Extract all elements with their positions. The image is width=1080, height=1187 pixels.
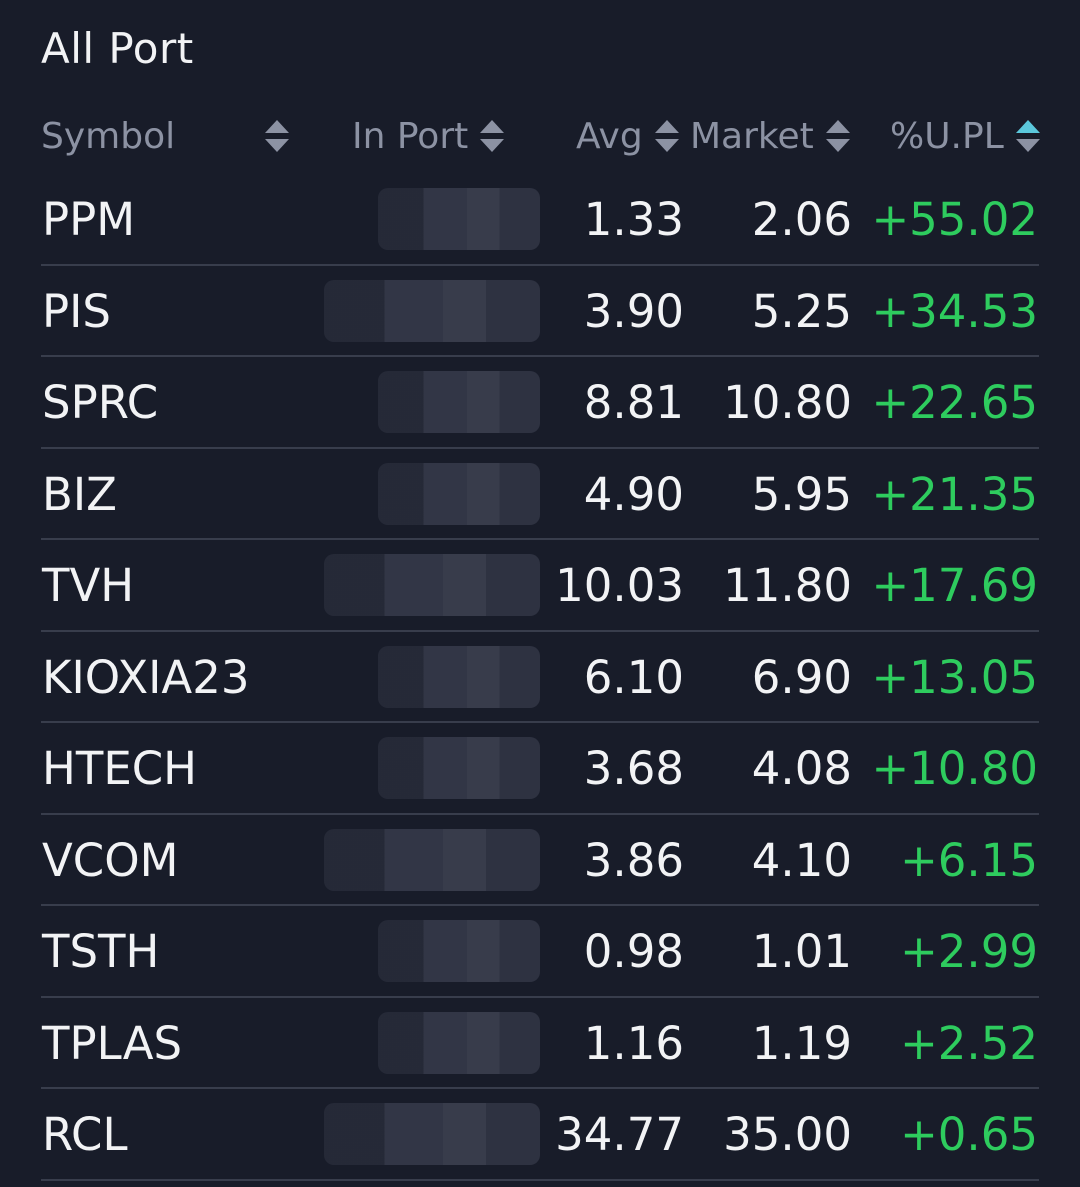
holdings-list: PPM 1.33 2.06 +55.02 PIS 3.90 5.25 +34.53 SPRC 8.… bbox=[0, 174, 1080, 1181]
in-port-redacted bbox=[324, 1103, 540, 1165]
avg-cell: 6.10 bbox=[583, 650, 684, 704]
table-row[interactable]: SPRC 8.81 10.80 +22.65 bbox=[0, 357, 1080, 449]
in-port-redacted bbox=[324, 554, 540, 616]
column-market-label: Market bbox=[690, 115, 814, 157]
table-row[interactable]: PIS 3.90 5.25 +34.53 bbox=[0, 266, 1080, 358]
symbol-cell: PIS bbox=[42, 284, 111, 338]
table-row[interactable]: HTECH 3.68 4.08 +10.80 bbox=[0, 723, 1080, 815]
sort-in-port-icon[interactable] bbox=[480, 120, 505, 152]
in-port-redacted bbox=[378, 188, 540, 250]
table-row[interactable]: TPLAS 1.16 1.19 +2.52 bbox=[0, 998, 1080, 1090]
table-row[interactable]: BIZ 4.90 5.95 +21.35 bbox=[0, 449, 1080, 541]
symbol-cell: RCL bbox=[42, 1108, 128, 1162]
sort-symbol-icon[interactable] bbox=[265, 120, 290, 152]
symbol-cell: TPLAS bbox=[42, 1016, 183, 1070]
in-port-redacted bbox=[378, 920, 540, 982]
avg-cell: 8.81 bbox=[583, 376, 684, 430]
table-row[interactable]: TVH 10.03 11.80 +17.69 bbox=[0, 540, 1080, 632]
avg-cell: 4.90 bbox=[583, 467, 684, 521]
upl-cell: +0.65 bbox=[900, 1108, 1038, 1162]
symbol-cell: KIOXIA23 bbox=[42, 650, 250, 704]
column-upl[interactable]: %U.PL bbox=[890, 108, 1040, 164]
upl-cell: +34.53 bbox=[871, 284, 1038, 338]
symbol-cell: SPRC bbox=[42, 376, 159, 430]
symbol-cell: VCOM bbox=[42, 833, 179, 887]
market-cell: 1.19 bbox=[751, 1016, 852, 1070]
market-cell: 4.08 bbox=[751, 742, 852, 796]
upl-cell: +13.05 bbox=[871, 650, 1038, 704]
table-row[interactable]: TSTH 0.98 1.01 +2.99 bbox=[0, 906, 1080, 998]
sort-market-icon[interactable] bbox=[825, 120, 850, 152]
symbol-cell: HTECH bbox=[42, 742, 198, 796]
market-cell: 6.90 bbox=[751, 650, 852, 704]
in-port-redacted bbox=[378, 645, 540, 708]
upl-cell: +2.99 bbox=[900, 925, 1038, 979]
column-market[interactable]: Market bbox=[690, 108, 850, 164]
market-cell: 10.80 bbox=[723, 376, 852, 430]
symbol-cell: TSTH bbox=[42, 925, 160, 979]
sort-upl-icon[interactable] bbox=[1015, 120, 1040, 152]
upl-cell: +2.52 bbox=[900, 1016, 1038, 1070]
table-row[interactable]: PPM 1.33 2.06 +55.02 bbox=[0, 174, 1080, 266]
avg-cell: 3.68 bbox=[583, 742, 684, 796]
column-symbol[interactable]: Symbol bbox=[41, 108, 290, 164]
avg-cell: 1.16 bbox=[583, 1016, 684, 1070]
page-title: All Port bbox=[41, 24, 194, 73]
in-port-redacted bbox=[378, 371, 540, 433]
avg-cell: 10.03 bbox=[555, 559, 684, 613]
table-row[interactable]: VCOM 3.86 4.10 +6.15 bbox=[0, 815, 1080, 907]
sort-avg-icon[interactable] bbox=[654, 120, 679, 152]
table-row[interactable]: RCL 34.77 35.00 +0.65 bbox=[0, 1089, 1080, 1181]
upl-cell: +22.65 bbox=[871, 376, 1038, 430]
symbol-cell: PPM bbox=[42, 193, 136, 247]
upl-cell: +17.69 bbox=[871, 559, 1038, 613]
upl-cell: +6.15 bbox=[900, 833, 1038, 887]
in-port-redacted bbox=[378, 1011, 540, 1074]
avg-cell: 34.77 bbox=[555, 1108, 684, 1162]
market-cell: 5.25 bbox=[751, 284, 852, 338]
upl-cell: +55.02 bbox=[871, 193, 1038, 247]
upl-cell: +10.80 bbox=[871, 742, 1038, 796]
avg-cell: 3.90 bbox=[583, 284, 684, 338]
market-cell: 1.01 bbox=[751, 925, 852, 979]
market-cell: 2.06 bbox=[751, 193, 852, 247]
in-port-redacted bbox=[324, 828, 540, 891]
market-cell: 11.80 bbox=[723, 559, 852, 613]
portfolio-screen: All Port Symbol In Port Avg Market %U.PL… bbox=[0, 0, 1080, 1187]
avg-cell: 1.33 bbox=[583, 193, 684, 247]
column-upl-label: %U.PL bbox=[890, 115, 1004, 157]
table-row[interactable]: KIOXIA23 6.10 6.90 +13.05 bbox=[0, 632, 1080, 724]
column-in-port[interactable]: In Port bbox=[352, 108, 505, 164]
symbol-cell: TVH bbox=[42, 559, 135, 613]
market-cell: 35.00 bbox=[723, 1108, 852, 1162]
column-avg-label: Avg bbox=[576, 115, 643, 157]
in-port-redacted bbox=[378, 737, 540, 799]
column-in-port-label: In Port bbox=[352, 115, 469, 157]
market-cell: 4.10 bbox=[751, 833, 852, 887]
avg-cell: 0.98 bbox=[583, 925, 684, 979]
table-header: Symbol In Port Avg Market %U.PL bbox=[0, 108, 1080, 164]
column-avg[interactable]: Avg bbox=[576, 108, 679, 164]
symbol-cell: BIZ bbox=[42, 467, 117, 521]
in-port-redacted bbox=[378, 462, 540, 525]
in-port-redacted bbox=[324, 279, 540, 342]
avg-cell: 3.86 bbox=[583, 833, 684, 887]
upl-cell: +21.35 bbox=[871, 467, 1038, 521]
market-cell: 5.95 bbox=[751, 467, 852, 521]
column-symbol-label: Symbol bbox=[41, 115, 176, 157]
